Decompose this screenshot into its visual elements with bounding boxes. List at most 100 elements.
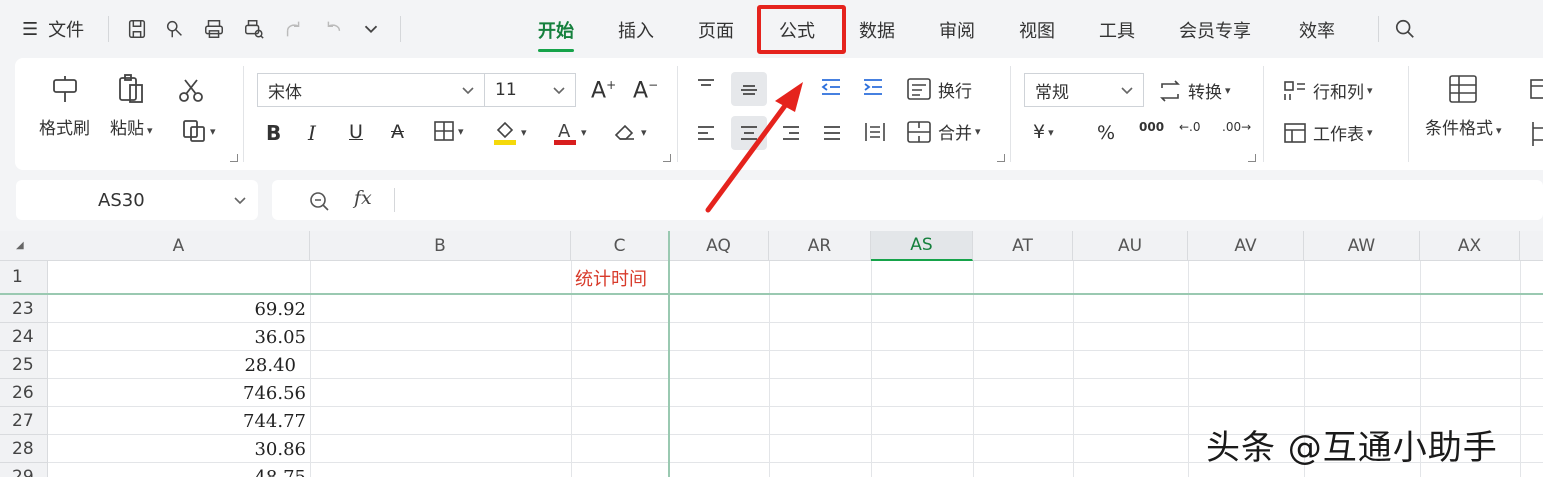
- row-header-28[interactable]: 28: [0, 435, 48, 463]
- search-icon[interactable]: [1392, 16, 1418, 42]
- merge-icon: [907, 120, 931, 143]
- tab-member[interactable]: 会员专享: [1179, 14, 1251, 46]
- align-right-icon[interactable]: [780, 122, 802, 144]
- column-header-aq[interactable]: AQ: [669, 231, 769, 261]
- align-left-icon[interactable]: [695, 122, 717, 144]
- font-size-select[interactable]: 11: [484, 73, 576, 107]
- row-header-23[interactable]: 23: [0, 295, 48, 323]
- print-icon[interactable]: [201, 16, 227, 42]
- copy-button[interactable]: ▾: [181, 118, 216, 144]
- bold-icon[interactable]: B: [266, 121, 281, 145]
- tab-page[interactable]: 页面: [698, 14, 734, 46]
- column-header-a[interactable]: A: [48, 231, 310, 261]
- convert-button[interactable]: 转换 ▾: [1158, 78, 1231, 103]
- column-header-next[interactable]: [1520, 231, 1543, 261]
- select-all-corner[interactable]: ◢: [0, 231, 49, 261]
- tab-efficiency[interactable]: 效率: [1299, 14, 1335, 46]
- cell-a27[interactable]: 744.77: [48, 407, 306, 435]
- increase-font-button[interactable]: A+: [591, 78, 616, 103]
- chevron-down-icon: [234, 197, 246, 205]
- tab-tools[interactable]: 工具: [1099, 14, 1135, 46]
- conditional-format-label: 条件格式: [1425, 119, 1493, 139]
- ribbon-toolbar: 格式刷 粘贴▾ ▾ 宋体 11 A+ A− B I U A ▾ ▾ A▾ ▾: [15, 58, 1543, 170]
- column-header-av[interactable]: AV: [1188, 231, 1304, 261]
- percent-button[interactable]: %: [1097, 122, 1115, 144]
- align-center-icon[interactable]: [731, 116, 767, 150]
- conditional-format-button[interactable]: 条件格式 ▾: [1425, 72, 1502, 139]
- export-icon[interactable]: [162, 16, 188, 42]
- print-preview-icon[interactable]: [241, 16, 267, 42]
- cell-a25[interactable]: 28.40: [48, 351, 296, 379]
- clear-format-button[interactable]: ▾: [612, 120, 647, 144]
- fill-color-button[interactable]: ▾: [492, 118, 527, 146]
- column-header-at[interactable]: AT: [973, 231, 1073, 261]
- row-header-27[interactable]: 27: [0, 407, 48, 435]
- font-color-button[interactable]: A ▾: [552, 118, 587, 146]
- table-style-icon[interactable]: [1529, 76, 1543, 104]
- copy-icon: [183, 120, 205, 142]
- tab-data[interactable]: 数据: [859, 14, 895, 46]
- tab-view[interactable]: 视图: [1019, 14, 1055, 46]
- row-header-26[interactable]: 26: [0, 379, 48, 407]
- wrap-text-button[interactable]: 换行: [906, 76, 972, 102]
- align-top-icon[interactable]: [695, 76, 717, 98]
- strikethrough-icon[interactable]: A: [391, 121, 404, 143]
- chevron-down-icon: [1121, 87, 1133, 95]
- worksheet-label: 工作表: [1313, 125, 1364, 145]
- justify-icon[interactable]: [821, 122, 843, 144]
- increase-indent-icon[interactable]: [861, 76, 885, 98]
- column-header-as[interactable]: AS: [871, 231, 973, 261]
- column-header-ar[interactable]: AR: [769, 231, 871, 261]
- row-header-25[interactable]: 25: [0, 351, 48, 379]
- cell-style-icon[interactable]: [1529, 120, 1543, 148]
- number-format-select[interactable]: 常规: [1024, 73, 1144, 107]
- formula-bar[interactable]: fx: [272, 180, 1543, 220]
- align-middle-icon[interactable]: [731, 72, 767, 106]
- column-header-c[interactable]: C: [571, 231, 669, 261]
- cell-a26[interactable]: 746.56: [48, 379, 306, 407]
- undo-icon[interactable]: [320, 16, 346, 42]
- row-header-1[interactable]: 1: [0, 261, 48, 294]
- fx-icon[interactable]: fx: [354, 187, 372, 209]
- tab-review[interactable]: 审阅: [939, 14, 975, 46]
- decrease-font-button[interactable]: A−: [633, 78, 658, 103]
- cell-a23[interactable]: 69.92: [48, 295, 306, 323]
- column-header-au[interactable]: AU: [1073, 231, 1188, 261]
- tab-home[interactable]: 开始: [530, 14, 582, 52]
- name-box[interactable]: AS30: [16, 180, 258, 220]
- decrease-indent-icon[interactable]: [819, 76, 843, 98]
- distribute-icon[interactable]: [863, 120, 887, 144]
- decrease-decimal-icon[interactable]: .00→: [1222, 120, 1251, 134]
- cell-a29[interactable]: 48.75: [48, 463, 306, 477]
- font-name-select[interactable]: 宋体: [257, 73, 485, 107]
- format-painter-button[interactable]: 格式刷: [39, 72, 90, 139]
- rows-cols-label: 行和列: [1313, 83, 1364, 103]
- thousands-separator-button[interactable]: 000: [1139, 120, 1164, 134]
- file-menu[interactable]: ☰ 文件: [22, 14, 84, 44]
- row-header-29[interactable]: 29: [0, 463, 48, 477]
- paste-icon: [119, 74, 144, 103]
- paste-button[interactable]: 粘贴 ▾: [110, 72, 153, 139]
- row-header-24[interactable]: 24: [0, 323, 48, 351]
- currency-button[interactable]: ¥ ▾: [1033, 121, 1054, 143]
- increase-decimal-icon[interactable]: ←.0: [1179, 120, 1201, 134]
- column-header-b[interactable]: B: [310, 231, 571, 261]
- hamburger-icon: ☰: [22, 18, 39, 40]
- worksheet-button[interactable]: 工作表 ▾: [1283, 120, 1373, 145]
- underline-icon[interactable]: U: [349, 121, 363, 143]
- border-button[interactable]: ▾: [433, 120, 464, 142]
- cell-a24[interactable]: 36.05: [48, 323, 306, 351]
- cut-icon[interactable]: [177, 76, 205, 104]
- column-header-aw[interactable]: AW: [1304, 231, 1420, 261]
- merge-button[interactable]: 合并 ▾: [906, 119, 981, 144]
- column-header-ax[interactable]: AX: [1420, 231, 1520, 261]
- rows-cols-button[interactable]: 行和列 ▾: [1283, 78, 1373, 103]
- chevron-down-icon[interactable]: [358, 16, 384, 42]
- italic-icon[interactable]: I: [308, 121, 316, 145]
- save-icon[interactable]: [124, 16, 150, 42]
- cell-a28[interactable]: 30.86: [48, 435, 306, 463]
- tab-insert[interactable]: 插入: [618, 14, 654, 46]
- redo-disabled-icon[interactable]: [281, 16, 307, 42]
- cell-c1[interactable]: 统计时间: [575, 263, 647, 293]
- chevron-down-icon: [553, 87, 565, 95]
